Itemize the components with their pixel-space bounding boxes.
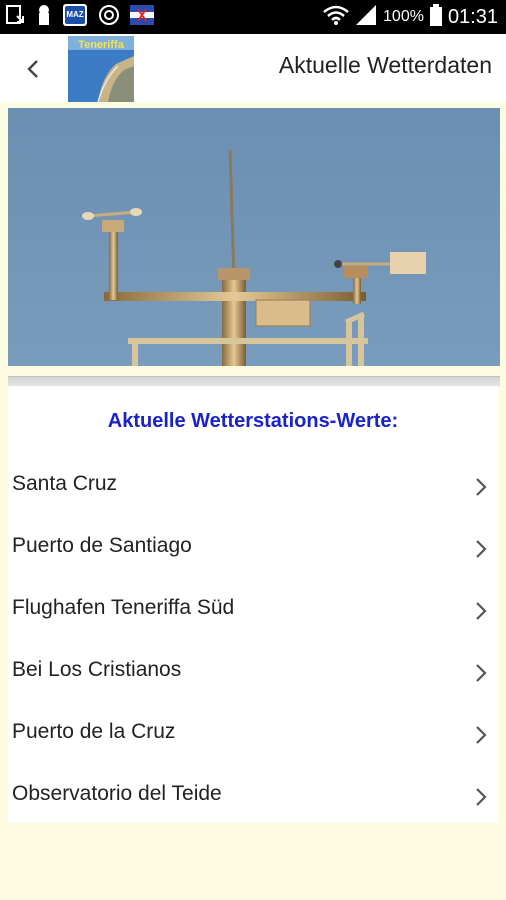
station-list-card: Aktuelle Wetterstations-Werte: Santa Cru…: [8, 386, 498, 823]
battery-percent: 100%: [383, 8, 424, 25]
station-label: Puerto de Santiago: [12, 534, 192, 557]
status-bar-system: 100% 01:31: [323, 4, 498, 30]
section-heading: Aktuelle Wetterstations-Werte:: [107, 410, 399, 432]
station-label: Puerto de la Cruz: [12, 720, 176, 743]
chevron-right-icon: [476, 478, 487, 496]
sync-icon: [98, 4, 120, 30]
station-label: Bei Los Cristianos: [12, 658, 182, 681]
station-item-puerto-de-la-cruz[interactable]: Puerto de la Cruz: [8, 704, 498, 766]
chevron-right-icon: [476, 540, 487, 558]
status-bar-notifications: MAZ: [6, 4, 154, 30]
download-icon: [6, 4, 26, 30]
battery-icon: [429, 4, 442, 30]
station-label: Observatorio del Teide: [12, 782, 222, 805]
chevron-right-icon: [476, 664, 487, 682]
clock: 01:31: [447, 5, 498, 28]
status-bar: MAZ 100% 01:31: [0, 0, 506, 34]
svg-text:MAZ: MAZ: [66, 10, 83, 19]
station-item-puerto-de-santiago[interactable]: Puerto de Santiago: [8, 518, 498, 580]
chevron-right-icon: [476, 602, 487, 620]
station-item-observatorio-del-teide[interactable]: Observatorio del Teide: [8, 766, 498, 828]
station-item-santa-cruz[interactable]: Santa Cruz: [8, 456, 498, 518]
signal-icon: [355, 4, 377, 30]
weather-station-photo: [8, 108, 500, 366]
chevron-left-icon: [27, 60, 38, 78]
app-bar: Teneriffa Aktuelle Wetterdaten: [0, 34, 506, 102]
app-notification-icon: MAZ: [62, 3, 88, 31]
station-item-flughafen-teneriffa-sued[interactable]: Flughafen Teneriffa Süd: [8, 580, 498, 642]
station-list: Santa Cruz Puerto de Santiago Flughafen …: [8, 456, 498, 828]
chevron-right-icon: [476, 726, 487, 744]
station-item-bei-los-cristianos[interactable]: Bei Los Cristianos: [8, 642, 498, 704]
app-logo[interactable]: Teneriffa: [68, 36, 134, 102]
flag-icon: [130, 5, 154, 29]
keyhole-icon: [36, 4, 52, 30]
back-button[interactable]: [18, 54, 48, 84]
wifi-icon: [323, 4, 349, 30]
page-title: Aktuelle Wetterdaten: [278, 52, 492, 78]
station-label: Flughafen Teneriffa Süd: [12, 596, 235, 619]
app-logo-text: Teneriffa: [78, 39, 125, 51]
station-label: Santa Cruz: [12, 472, 118, 495]
chevron-right-icon: [476, 788, 487, 806]
